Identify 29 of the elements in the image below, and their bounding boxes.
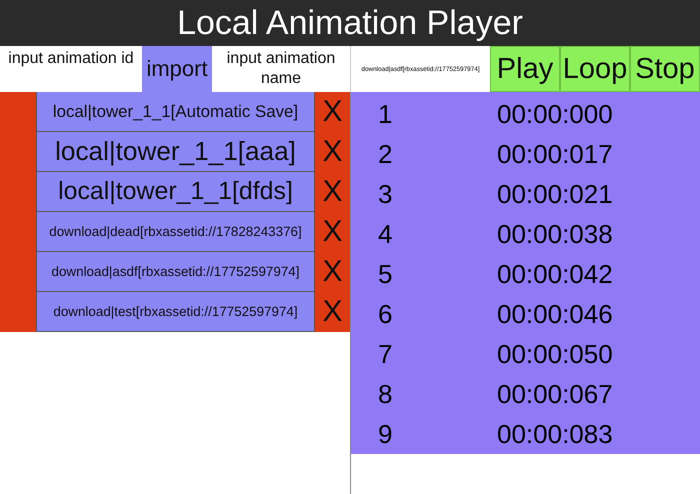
animation-entry[interactable]: download|asdf[rbxassetid://17752597974] [36, 252, 315, 292]
window-title: Local Animation Player [177, 6, 523, 40]
import-button[interactable]: import [142, 46, 212, 92]
keyframe-index: 6 [377, 298, 394, 330]
animation-entry[interactable]: download|test[rbxassetid://17752597974] [36, 292, 315, 332]
keyframe-time: 00:00:021 [497, 178, 613, 210]
animation-entry[interactable]: local|tower_1_1[dfds] [36, 172, 315, 212]
animation-entry[interactable]: download|dead[rbxassetid://17828243376] [36, 212, 315, 252]
keyframe-index: 9 [377, 418, 394, 450]
keyframe-time: 00:00:046 [497, 298, 613, 330]
animation-entry[interactable]: local|tower_1_1[Automatic Save] [36, 92, 315, 132]
keyframe-time: 00:00:050 [497, 338, 613, 370]
keyframe-index: 4 [377, 218, 394, 250]
keyframe-time: 00:00:000 [497, 98, 613, 130]
playback-button[interactable]: Play [490, 46, 560, 92]
keyframe-time: 00:00:083 [497, 418, 613, 450]
keyframe-index: 5 [377, 258, 394, 290]
playback-button[interactable]: Loop [560, 46, 630, 92]
keyframe-index: 1 [377, 98, 394, 130]
keyframe-index: 7 [377, 338, 394, 370]
keyframe-index: 3 [377, 178, 394, 210]
animation-entry[interactable]: local|tower_1_1[aaa] [36, 132, 315, 172]
playback-button[interactable]: Stop [630, 46, 700, 92]
keyframe-time: 00:00:042 [497, 258, 613, 290]
keyframe-time: 00:00:067 [497, 378, 613, 410]
keyframe-time: 00:00:017 [497, 138, 613, 170]
keyframe-index: 2 [377, 138, 394, 170]
keyframe-index: 8 [377, 378, 394, 410]
keyframe-time: 00:00:038 [497, 218, 613, 250]
